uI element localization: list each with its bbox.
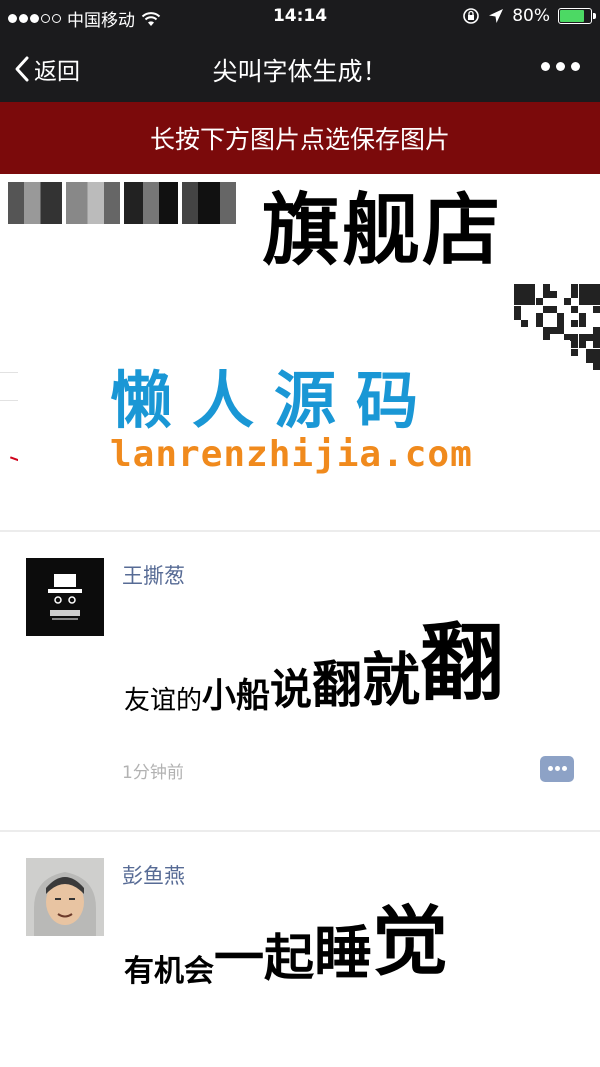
location-arrow-icon: [489, 9, 504, 23]
user-photo-icon: [26, 858, 104, 936]
battery-icon: [558, 8, 596, 24]
watermark-url: lanrenzhijia.com: [110, 434, 473, 475]
divider-line: [0, 400, 18, 401]
page-title: 尖叫字体生成！: [212, 57, 388, 86]
avatar[interactable]: [26, 858, 104, 936]
text-part: 一起: [214, 929, 314, 987]
battery-fill: [560, 10, 584, 22]
generated-image[interactable]: 旗舰店 懒人源码 lanrenzhijia.com 王撕葱 友谊的小船说翻就翻 …: [0, 174, 600, 1067]
text-part: 有机会: [124, 954, 214, 989]
text-part: 觉: [372, 897, 449, 986]
more-dots-icon[interactable]: [541, 62, 580, 71]
watermark: 懒人源码 lanrenzhijia.com: [18, 340, 570, 508]
pixelated-text: [8, 182, 236, 224]
text-part: 就: [362, 646, 421, 714]
text-part: 说: [270, 665, 313, 714]
text-part: 小船: [202, 676, 271, 716]
post-item: 王撕葱 友谊的小船说翻就翻 1分钟前: [0, 530, 600, 830]
post-author[interactable]: 王撕葱: [122, 560, 185, 590]
text-part: 翻: [312, 656, 363, 714]
battery-percent: 80%: [512, 6, 550, 26]
gentleman-hat-icon: [48, 574, 82, 620]
avatar[interactable]: [26, 558, 104, 636]
status-bar: 中国移动 14:14 80%: [0, 0, 600, 34]
post-time: 1分钟前: [122, 763, 184, 783]
store-text: 旗舰店: [262, 186, 503, 276]
post-content: 有机会一起睡觉: [124, 880, 448, 989]
divider-line: [0, 372, 18, 373]
status-right: 80%: [462, 6, 596, 26]
orientation-lock-icon: [463, 8, 480, 24]
nav-bar: 返回 尖叫字体生成！: [0, 34, 600, 102]
save-hint-banner: 长按下方图片点选保存图片: [0, 102, 600, 174]
text-part: 翻: [420, 614, 505, 712]
text-part: 睡: [314, 919, 373, 987]
post-content: 友谊的小船说翻就翻: [124, 596, 504, 716]
comment-icon[interactable]: [540, 756, 574, 782]
watermark-title: 懒人源码: [110, 364, 439, 437]
post-item: 彭鱼燕 有机会一起睡觉: [0, 830, 600, 1067]
text-part: 友谊的: [124, 686, 203, 716]
